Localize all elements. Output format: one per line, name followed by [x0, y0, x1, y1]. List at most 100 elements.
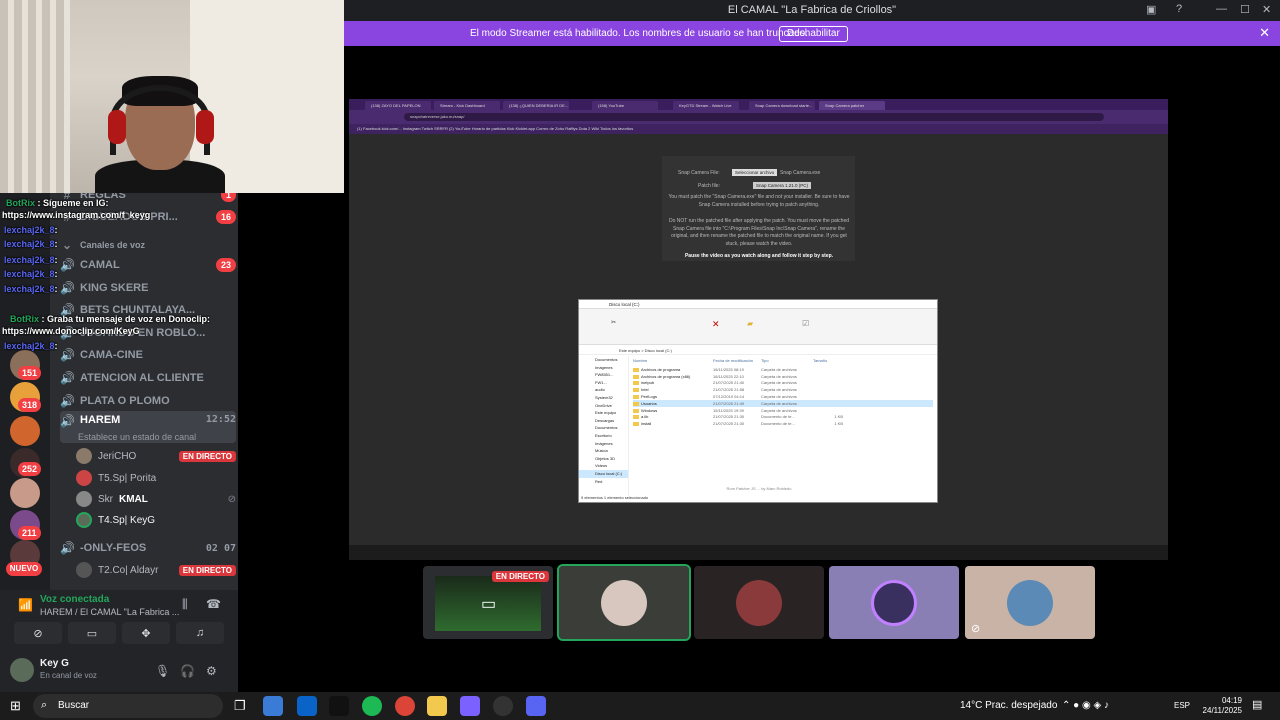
avatar [1007, 580, 1053, 626]
maximize-icon[interactable]: ☐ [1240, 3, 1250, 16]
file-date: 18/11/2025 22:10 [713, 373, 744, 379]
nav-item: Documentos [595, 425, 618, 431]
notification-icon[interactable]: ▤ [1252, 698, 1262, 711]
help-icon[interactable]: ? [1176, 3, 1182, 15]
delete-icon: ✕ [712, 319, 720, 329]
avatar [601, 580, 647, 626]
close-icon[interactable]: ✕ [1262, 3, 1271, 16]
minimize-icon[interactable]: — [1216, 3, 1227, 15]
voice-channel-path[interactable]: HAREM / El CAMAL "La Fabrica ... [40, 607, 179, 617]
speaker-icon: 🔊 [60, 541, 75, 555]
file-type: Carpeta de archivos [761, 394, 797, 400]
chat-user: BotRix [6, 198, 35, 208]
language-indicator[interactable]: ESP [1174, 701, 1190, 710]
nav-item: Música [595, 448, 608, 454]
voice-user[interactable]: Skr KMAL ⊘ [76, 490, 236, 508]
copilot-icon[interactable] [460, 696, 480, 716]
activities-button[interactable]: ✥ [122, 622, 170, 644]
screen-share-stream[interactable]: (138) ZAYO DEL PAPELON Stream - Kick Das… [349, 99, 1168, 560]
file-row: Intel 21/07/2025 21:58 Carpeta de archivos [633, 386, 933, 393]
file-name: a.lib [633, 414, 713, 420]
channel-plata-plomo[interactable]: 🔊 PLATA O PLOMO [60, 390, 236, 412]
voice-user[interactable]: T5.Sp| Porita [76, 469, 236, 487]
patch-label: Patch file: [698, 183, 720, 189]
nav-item: FW1... [595, 379, 607, 385]
windows-start-icon[interactable]: ⊞ [10, 698, 21, 714]
weather-widget[interactable]: 14°C Prac. despejado [960, 700, 1057, 711]
channel-atencion[interactable]: 🔊 ATENCION AL CLIENTE [60, 367, 236, 389]
channel-only-feos[interactable]: 🔊 -ONLY-FEOS 02 07 [60, 537, 236, 559]
file-type: Carpeta de archivos [761, 380, 797, 386]
nav-item: audio [595, 387, 605, 393]
search-icon: ⌕ [41, 699, 48, 711]
stream-taskbar [349, 545, 1168, 560]
user-count-limit: 07 [223, 542, 236, 554]
browser-tab-bar: (138) ZAYO DEL PAPELON Stream - Kick Das… [349, 99, 1168, 110]
tray-icons[interactable]: ⌃ ● ◉ ◈ ♪ [1062, 700, 1109, 711]
disconnect-icon[interactable]: ☎ [206, 597, 221, 611]
streamer-mode-text: El modo Streamer está habilitado. Los no… [470, 28, 808, 39]
user-name[interactable]: Key G [40, 658, 69, 669]
participant-tile[interactable] [557, 564, 691, 641]
channel-timer: 12:52 [205, 414, 236, 425]
nav-item: Imágenes [595, 440, 613, 446]
store-icon[interactable] [263, 696, 283, 716]
user-panel: Key G En canal de voz 🎙 🎧 ⚙ [0, 654, 238, 692]
task-view-icon[interactable]: ❐ [234, 698, 246, 714]
file-date: 18/11/2025 08:19 [713, 366, 744, 372]
chat-user: lexchaj2k_8 [4, 239, 55, 249]
page-footer: Rom Patcher JS ... by Marc Robledo [726, 486, 792, 491]
avatar [76, 512, 92, 528]
avatar [76, 470, 92, 486]
server-icon[interactable] [10, 416, 40, 446]
taskbar-search[interactable]: ⌕ Buscar [33, 694, 223, 718]
patch-select: Snap Camera 1.21.0 (PC) [753, 182, 812, 189]
tiktok-icon[interactable] [329, 696, 349, 716]
microphone-icon[interactable]: 🎙 [155, 664, 170, 678]
voice-user[interactable]: T4.Sp| KeyG [76, 511, 236, 529]
participant-tile[interactable] [694, 566, 824, 639]
participant-tile[interactable]: ⊘ [965, 566, 1095, 639]
system-clock[interactable]: 04:19 24/11/2025 [1194, 696, 1242, 716]
gear-icon[interactable]: ⚙ [206, 664, 217, 678]
overlay-chat-line: BotRix : Sígueme en IG: [6, 198, 238, 208]
file-type: Documento de te... [761, 421, 795, 427]
voice-user[interactable]: JeriCHO EN DIRECTO [76, 447, 236, 465]
file-date: 15/11/2025 19:39 [713, 407, 744, 413]
nav-item: Videos [595, 463, 608, 469]
explorer-icon[interactable] [427, 696, 447, 716]
screen-share-button[interactable]: ▭ [68, 622, 116, 644]
channel-status[interactable]: Establece un estado de canal [78, 432, 196, 442]
file-row: inetpub 21/07/2025 21:40 Carpeta de archiv… [633, 380, 933, 387]
inbox-icon[interactable]: ▣ [1146, 3, 1156, 16]
clock-date: 24/11/2025 [1202, 706, 1242, 715]
signal-icon[interactable]: 📶 [18, 598, 33, 612]
file-type: Carpeta de archivos [761, 400, 797, 406]
channel-label: -ONLY-FEOS [80, 542, 147, 554]
participant-tile-stream[interactable]: ▭ EN DIRECTO [423, 566, 553, 639]
file-date: 21/07/2025 21:30 [713, 421, 745, 427]
avatar[interactable] [10, 658, 34, 682]
browser-tab: Snap Camera download starte... [749, 101, 815, 110]
participant-tile[interactable] [829, 566, 959, 639]
soundboard-button[interactable]: ♫ [176, 622, 224, 644]
server-icon[interactable] [10, 478, 40, 508]
select-file-button: Seleccionar archivo [732, 169, 778, 176]
headphones-icon[interactable]: 🎧 [180, 664, 195, 678]
camera-toggle-button[interactable]: ⊘ [14, 622, 62, 644]
soundboard-icon[interactable]: ⫼ [182, 597, 188, 612]
browser-tab: (158) YouTube [592, 101, 658, 110]
disable-streamer-button[interactable]: Deshabilitar [779, 26, 848, 42]
close-icon[interactable]: ✕ [1259, 25, 1270, 41]
outlook-icon[interactable] [297, 696, 317, 716]
obs-icon[interactable] [493, 696, 513, 716]
file-explorer-window: Disco local (C:) ✂ ✕ ▰ ☑ Este equipo > D… [578, 299, 938, 503]
discord-icon[interactable] [526, 696, 546, 716]
spotify-icon[interactable] [362, 696, 382, 716]
window-title: El CAMAL "La Fabrica de Criollos" [727, 4, 897, 16]
voice-user-name: Skr [98, 493, 113, 505]
chat-text: : [54, 225, 58, 235]
chrome-icon[interactable] [395, 696, 415, 716]
nav-item: Este equipo [595, 410, 617, 416]
voice-user[interactable]: T2.Co| Aldayr EN DIRECTO [76, 561, 236, 579]
